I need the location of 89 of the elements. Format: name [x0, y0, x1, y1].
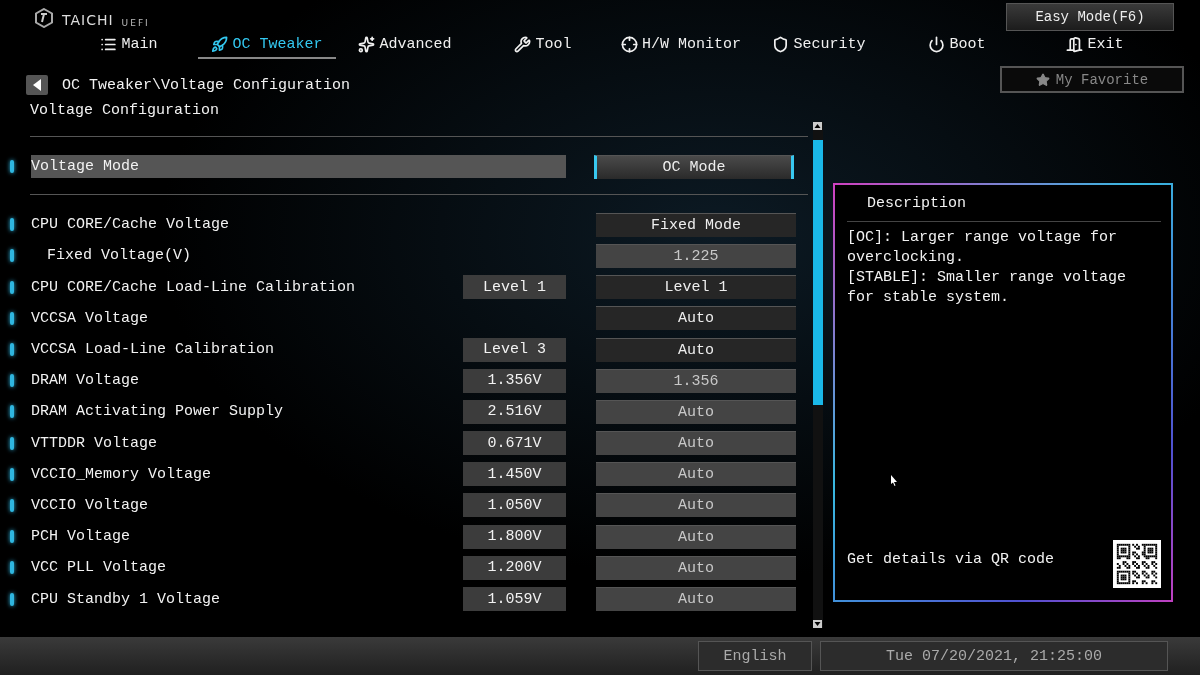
nav-tab[interactable]: Tool	[474, 36, 612, 59]
nav-tab[interactable]: Advanced	[336, 36, 474, 59]
setting-label[interactable]: DRAM Voltage	[31, 369, 463, 393]
value-field[interactable]: Auto	[596, 524, 796, 549]
nav-tab[interactable]: OC Tweaker	[198, 36, 336, 59]
breadcrumb: OC Tweaker\Voltage Configuration	[62, 76, 351, 94]
description-title: Description	[847, 195, 1161, 222]
easy-mode-button[interactable]: Easy Mode(F6)	[1006, 3, 1174, 31]
door-icon	[1066, 36, 1084, 53]
star-icon	[1035, 72, 1050, 87]
row-marker	[10, 343, 14, 357]
scroll-down-icon[interactable]	[813, 620, 822, 628]
scroll-up-icon[interactable]	[813, 122, 822, 130]
qr-hint: Get details via QR code	[847, 551, 1055, 568]
star-icon	[358, 36, 376, 53]
logo-icon	[34, 8, 54, 28]
value-field[interactable]: Auto	[596, 431, 796, 456]
value-dropdown[interactable]: Auto	[596, 337, 796, 362]
description-text: [STABLE]: Smaller range voltage for stable system.	[847, 268, 1128, 308]
row-marker	[10, 218, 14, 232]
value-field[interactable]: Auto	[596, 587, 796, 612]
current-reading: 1.450V	[463, 462, 566, 487]
setting-label[interactable]: VCCIO Voltage	[31, 493, 463, 517]
setting-label[interactable]: VCC PLL Voltage	[31, 556, 463, 580]
value-field[interactable]: Auto	[596, 493, 796, 518]
current-reading: 0.671V	[463, 431, 566, 456]
setting-label[interactable]: Voltage Mode	[31, 155, 566, 179]
row-marker	[10, 530, 14, 544]
favorite-button[interactable]: My Favorite	[1000, 66, 1184, 93]
setting-label[interactable]: CPU Standby 1 Voltage	[31, 587, 463, 611]
nav-tab[interactable]: H/W Monitor	[612, 36, 750, 59]
brand-name: TAICHI	[62, 12, 114, 28]
setting-label[interactable]: VCCIO_Memory Voltage	[31, 462, 463, 486]
setting-label[interactable]: VCCSA Voltage	[31, 306, 463, 330]
value-field[interactable]: Auto	[596, 462, 796, 487]
power-icon	[928, 36, 946, 53]
current-reading: 1.800V	[463, 524, 566, 549]
value-field[interactable]: 1.356	[596, 368, 796, 393]
brand-suffix: UEFI	[121, 18, 150, 28]
row-marker	[10, 592, 14, 606]
crosshair-icon	[621, 36, 638, 53]
value-field[interactable]: Auto	[596, 399, 796, 424]
list-icon	[100, 36, 118, 53]
back-icon	[33, 79, 41, 91]
row-marker	[10, 280, 14, 294]
value-dropdown[interactable]: Fixed Mode	[596, 212, 796, 237]
row-marker	[10, 405, 14, 419]
setting-label[interactable]: Fixed Voltage(V)	[31, 244, 463, 268]
nav-tab[interactable]: Main	[60, 36, 198, 59]
current-reading: 1.356V	[463, 368, 566, 393]
back-button[interactable]	[26, 75, 48, 95]
row-marker	[10, 160, 14, 174]
current-reading: Level 3	[463, 337, 566, 362]
setting-label[interactable]: VCCSA Load-Line Calibration	[31, 338, 463, 362]
rocket-icon	[211, 36, 229, 53]
date-time: Tue 07/20/2021, 21:25:00	[820, 641, 1168, 671]
current-reading: 1.050V	[463, 493, 566, 518]
language-selector[interactable]: English	[698, 641, 812, 671]
nav-tab[interactable]: Boot	[888, 36, 1026, 59]
row-marker	[10, 467, 14, 481]
setting-label[interactable]: PCH Voltage	[31, 525, 463, 549]
setting-label[interactable]: DRAM Activating Power Supply	[31, 400, 463, 424]
current-reading: 1.059V	[463, 587, 566, 612]
row-marker	[10, 249, 14, 263]
shield-icon	[772, 36, 790, 53]
setting-label[interactable]: CPU CORE/Cache Voltage	[31, 213, 463, 237]
value-field[interactable]: 1.225	[596, 243, 796, 268]
value-dropdown[interactable]: OC Mode	[594, 154, 794, 179]
row-marker	[10, 498, 14, 512]
wrench-icon	[514, 36, 532, 53]
setting-label[interactable]: CPU CORE/Cache Load-Line Calibration	[31, 275, 463, 299]
row-marker	[10, 374, 14, 388]
current-reading: 2.516V	[463, 399, 566, 424]
setting-label[interactable]: VTTDDR Voltage	[31, 431, 463, 455]
nav-tab[interactable]: Exit	[1026, 36, 1164, 59]
value-dropdown[interactable]: Auto	[596, 306, 796, 331]
value-field[interactable]: Auto	[596, 555, 796, 580]
cursor-icon	[891, 475, 898, 486]
description-text: [OC]: Larger range voltage for overclocking.	[847, 228, 1119, 268]
current-reading: 1.200V	[463, 555, 566, 580]
row-marker	[10, 436, 14, 450]
qr-code	[1113, 540, 1161, 588]
scrollbar[interactable]	[813, 122, 823, 628]
value-dropdown[interactable]: Level 1	[596, 275, 796, 300]
row-marker	[10, 561, 14, 575]
row-marker	[10, 311, 14, 325]
nav-tab[interactable]: Security	[750, 36, 888, 59]
section-title: Voltage Configuration	[29, 101, 221, 121]
current-reading: Level 1	[463, 275, 566, 300]
